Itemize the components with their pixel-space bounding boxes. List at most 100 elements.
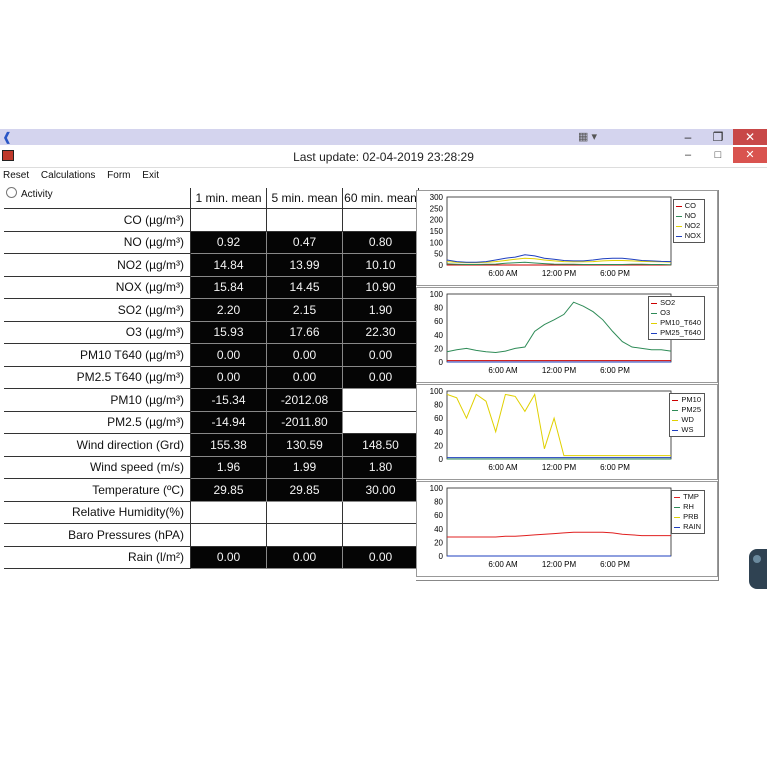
legend-swatch	[675, 225, 682, 227]
legend-label: PM10	[681, 395, 701, 404]
legend-label: O3	[660, 308, 671, 317]
side-panel-tab[interactable]	[749, 549, 767, 589]
form-close-icon[interactable]: ✕	[733, 147, 767, 163]
column-header: 1 min. mean	[190, 188, 267, 209]
x-tick-label: 12:00 PM	[542, 463, 577, 472]
value-cell	[266, 523, 343, 547]
legend-item: RH	[674, 502, 701, 512]
chart-legend: TMP RH PRB RAIN	[671, 490, 705, 534]
y-tick-label: 20	[434, 441, 443, 450]
value-cell: 2.20	[190, 298, 267, 322]
value-cell: 1.99	[266, 455, 343, 479]
legend-label: PM25	[681, 405, 701, 414]
column-header: 60 min. mean	[342, 188, 419, 209]
close-icon[interactable]: ✕	[733, 129, 767, 145]
form-maximize-icon[interactable]: □	[703, 147, 733, 163]
value-cell: 0.00	[342, 343, 419, 367]
restore-icon[interactable]: ❐	[703, 129, 733, 145]
table-row: Rain (l/m²) 0.00 0.00 0.00	[4, 545, 419, 569]
y-tick-label: 60	[434, 317, 443, 326]
legend-item: PM10_T640	[651, 318, 701, 328]
value-cell: 30.00	[342, 478, 419, 502]
legend-label: WS	[681, 425, 694, 434]
legend-item: PRB	[674, 512, 701, 522]
legend-swatch	[651, 332, 658, 334]
table-row: Temperature (ºC) 29.85 29.85 30.00	[4, 478, 419, 502]
value-cell	[342, 501, 419, 524]
value-cell	[190, 501, 267, 524]
x-tick-label: 6:00 PM	[600, 463, 630, 472]
value-cell: 0.00	[190, 545, 267, 569]
value-cell	[342, 411, 419, 434]
series-line-o3	[446, 301, 672, 354]
value-cell	[266, 501, 343, 524]
legend-item: TMP	[674, 492, 701, 502]
legend-item: SO2	[651, 298, 701, 308]
legend-label: RAIN	[683, 522, 701, 531]
legend-label: RH	[683, 502, 694, 511]
snap-layout-icon[interactable]: ▦ ▾	[578, 130, 597, 143]
measurements-table: 1 min. mean 5 min. mean 60 min. mean CO …	[4, 188, 419, 569]
legend-swatch	[675, 205, 682, 207]
table-row: O3 (µg/m³) 15.93 17.66 22.30	[4, 320, 419, 344]
y-tick-label: 0	[439, 455, 444, 464]
y-tick-label: 80	[434, 304, 443, 313]
x-tick-label: 12:00 PM	[542, 269, 577, 278]
row-label: NO2 (µg/m³)	[4, 253, 191, 277]
y-tick-label: 50	[434, 250, 443, 259]
legend-swatch	[651, 312, 658, 314]
value-cell: 0.00	[266, 545, 343, 569]
table-row: Relative Humidity(%)	[4, 501, 419, 524]
row-label: PM10 (µg/m³)	[4, 388, 191, 412]
value-cell: 22.30	[342, 320, 419, 344]
y-tick-label: 60	[434, 511, 443, 520]
chart-3: 100 80 60 40 20 0 6:00 AM 12:00 PM 6:00 PM PM10 PM…	[416, 384, 718, 480]
x-tick-label: 6:00 AM	[488, 269, 518, 278]
y-tick-label: 40	[434, 428, 443, 437]
y-tick-label: 80	[434, 498, 443, 507]
chart-legend: SO2 O3 PM10_T640 PM25_T640	[648, 296, 705, 340]
menu-form[interactable]: Form	[107, 170, 130, 181]
x-tick-label: 12:00 PM	[542, 366, 577, 375]
x-tick-label: 6:00 PM	[600, 560, 630, 569]
y-tick-label: 150	[430, 227, 444, 236]
table-row: SO2 (µg/m³) 2.20 2.15 1.90	[4, 298, 419, 322]
value-cell: -14.94	[190, 410, 267, 434]
legend-item: WS	[672, 425, 701, 435]
menu-calculations[interactable]: Calculations	[41, 170, 95, 181]
legend-swatch	[674, 516, 681, 518]
y-tick-label: 100	[430, 290, 444, 299]
x-tick-label: 6:00 AM	[488, 463, 518, 472]
outer-titlebar	[0, 129, 767, 145]
series-line-wd	[446, 392, 671, 457]
window-title: Last update: 02-04-2019 23:28:29	[293, 150, 474, 164]
y-tick-label: 100	[430, 238, 444, 247]
value-cell: 155.38	[190, 433, 267, 457]
plot-frame	[446, 293, 672, 363]
legend-item: NOX	[675, 231, 701, 241]
table-row: PM2.5 (µg/m³) -14.94 -2011.80	[4, 410, 419, 434]
value-cell: 10.90	[342, 275, 419, 299]
value-cell	[266, 208, 343, 232]
y-tick-label: 80	[434, 401, 443, 410]
row-label: Temperature (ºC)	[4, 478, 191, 502]
legend-swatch	[675, 235, 682, 237]
table-row: CO (µg/m³)	[4, 208, 419, 232]
table-row: NO (µg/m³) 0.92 0.47 0.80	[4, 230, 419, 254]
legend-item: WD	[672, 415, 701, 425]
value-cell: 148.50	[342, 433, 419, 457]
menu-exit[interactable]: Exit	[142, 170, 159, 181]
row-label: PM2.5 (µg/m³)	[4, 411, 191, 434]
table-row: PM2.5 T640 (µg/m³) 0.00 0.00 0.00	[4, 365, 419, 389]
menu-reset[interactable]: Reset	[3, 170, 29, 181]
value-cell: 0.00	[190, 365, 267, 389]
legend-item: NO2	[675, 221, 701, 231]
side-tab-dot-icon	[753, 555, 761, 563]
legend-swatch	[672, 429, 679, 431]
minimize-icon[interactable]: –	[673, 129, 703, 145]
form-minimize-icon[interactable]: –	[673, 147, 703, 163]
y-tick-label: 300	[430, 193, 444, 202]
value-cell	[190, 208, 267, 232]
table-row: Wind direction (Grd) 155.38 130.59 148.50	[4, 433, 419, 457]
legend-label: SO2	[660, 298, 676, 307]
